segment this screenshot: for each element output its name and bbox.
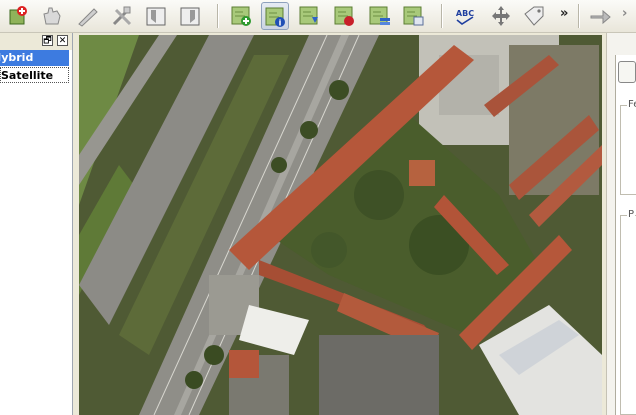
features-group: Fe: [620, 99, 636, 195]
layers-panel: 🗗 ✕ Hybrid Satellite: [0, 33, 73, 415]
map-imagery: [79, 35, 602, 415]
map-layers-icon[interactable]: [366, 2, 394, 30]
add-layer-icon[interactable]: [4, 2, 32, 30]
toolbar-separator: [217, 4, 218, 28]
close-icon[interactable]: ✕: [57, 35, 68, 46]
toolbar-separator: [441, 4, 442, 28]
properties-group-label: P: [627, 209, 636, 220]
svg-text:ABC: ABC: [456, 9, 474, 18]
pointer-tool-button[interactable]: [618, 61, 636, 83]
map-info-icon[interactable]: i: [261, 2, 289, 30]
map-stack-icon[interactable]: [400, 2, 428, 30]
pan-icon[interactable]: [38, 2, 66, 30]
tag-icon[interactable]: [520, 2, 548, 30]
toolbar-separator: [578, 4, 579, 28]
move-tool-icon[interactable]: [487, 2, 515, 30]
features-group-label: Fe: [627, 99, 636, 110]
properties-panel: Fe P: [606, 33, 636, 415]
satellite-map[interactable]: [79, 35, 602, 415]
measure-icon[interactable]: [74, 2, 102, 30]
layer-item-satellite[interactable]: Satellite: [0, 67, 69, 83]
layer-item-hybrid[interactable]: Hybrid: [0, 50, 69, 66]
tools-icon[interactable]: [108, 2, 136, 30]
properties-group: P: [620, 209, 636, 415]
map-bookmark-icon[interactable]: [331, 2, 359, 30]
layer-left-icon[interactable]: [142, 2, 170, 30]
spell-check-icon[interactable]: ABC: [451, 2, 479, 30]
svg-text:i: i: [279, 19, 282, 28]
map-download-icon[interactable]: [296, 2, 324, 30]
more-icon[interactable]: ›: [622, 6, 627, 21]
navigate-icon[interactable]: [586, 2, 614, 30]
restore-icon[interactable]: 🗗: [42, 35, 53, 46]
main-toolbar: i ABC » ›: [0, 0, 636, 33]
layers-panel-header: 🗗 ✕: [0, 33, 72, 50]
more-icon[interactable]: »: [560, 6, 568, 21]
map-add-icon[interactable]: [228, 2, 256, 30]
layer-right-icon[interactable]: [176, 2, 204, 30]
